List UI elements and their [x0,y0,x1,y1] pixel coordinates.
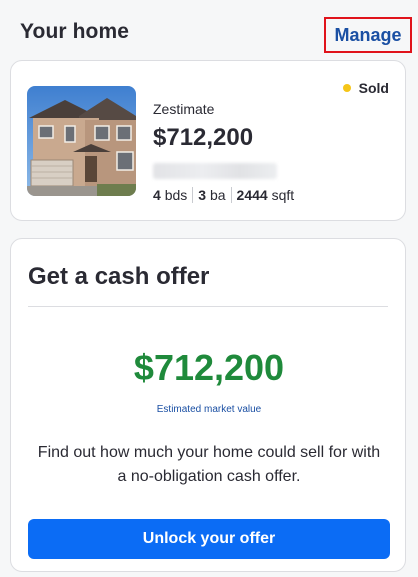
status-dot-icon [342,84,351,92]
your-home-page: Your home Manage Sold Zestimate $712,200… [0,0,418,577]
house-photo[interactable] [27,86,136,196]
address-redacted [153,163,277,179]
fact-divider [192,187,194,203]
status-text: Sold [358,80,389,96]
fact-divider [230,187,232,203]
divider [28,306,388,307]
cash-offer-card: Get a cash offer $712,200 Estimated mark… [10,238,406,572]
page-title: Your home [20,20,130,43]
header: Your home Manage [0,0,418,56]
cash-offer-title: Get a cash offer [28,263,210,290]
cash-offer-description: Find out how much your home could sell f… [37,444,381,485]
zestimate-value: $712,200 [153,124,254,151]
unlock-offer-button[interactable]: Unlock your offer [28,519,390,559]
manage-link[interactable]: Manage [324,17,412,53]
zestimate-label: Zestimate [153,101,215,117]
estimated-market-value-caption: Estimated market value [156,404,262,415]
sqft-fact: 2444 sqft [236,187,295,203]
home-facts: 4 bds 3 ba 2444 sqft [153,187,294,203]
baths-fact: 3 ba [198,187,226,203]
cash-offer-value: $712,200 [133,347,285,388]
home-card[interactable]: Sold Zestimate $712,200 4 bds 3 ba 2444 … [10,60,406,221]
beds-fact: 4 bds [153,187,188,203]
status-badge: Sold [342,80,389,96]
